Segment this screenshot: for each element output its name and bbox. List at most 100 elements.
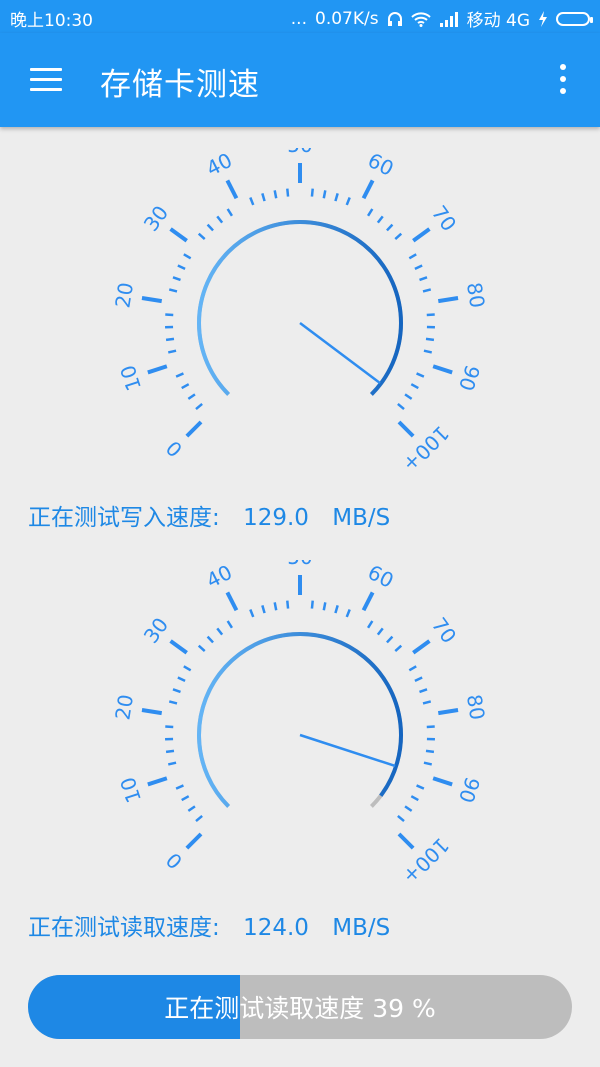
gauge-minor-tick bbox=[404, 805, 413, 812]
gauge-minor-tick bbox=[261, 605, 266, 614]
gauge-minor-tick bbox=[168, 288, 178, 293]
battery-icon bbox=[556, 11, 593, 26]
app-bar: 存储卡测速 bbox=[0, 33, 600, 127]
gauge-tick-label: 30 bbox=[139, 613, 173, 648]
gauge-minor-tick bbox=[345, 197, 351, 206]
gauge-minor-tick bbox=[183, 665, 192, 672]
gauge-major-tick bbox=[169, 227, 188, 243]
gauge-major-tick bbox=[432, 364, 453, 375]
gauge-tick-label: 0 bbox=[161, 436, 187, 462]
gauge-major-tick bbox=[141, 707, 163, 716]
gauge-tick-label: 40 bbox=[202, 560, 236, 593]
gauge-minor-tick bbox=[187, 805, 196, 812]
status-right: ... 0.07K/s 移动 4G bbox=[290, 6, 593, 31]
gauge-minor-tick bbox=[195, 814, 203, 823]
gauge-minor-tick bbox=[426, 313, 435, 317]
gauge-minor-tick bbox=[197, 644, 206, 652]
status-dots: ... bbox=[290, 8, 307, 29]
gauge-minor-tick bbox=[187, 393, 196, 400]
gauge-major-tick bbox=[225, 591, 239, 612]
write-speed-value: 129.0 bbox=[243, 505, 309, 531]
write-speed-label: 正在测试写入速度: bbox=[28, 505, 220, 531]
gauge-minor-tick bbox=[416, 372, 425, 378]
wifi-icon bbox=[410, 11, 431, 27]
gauge-tick-label: 60 bbox=[364, 560, 398, 593]
gauge-major-tick bbox=[361, 179, 375, 200]
gauge-minor-tick bbox=[175, 784, 184, 790]
gauge-minor-tick bbox=[376, 627, 384, 636]
gauge-tick-label: 50 bbox=[287, 148, 312, 157]
gauge-minor-tick bbox=[334, 605, 339, 614]
gauge-tick-label: 90 bbox=[454, 362, 485, 394]
gauge-major-tick bbox=[397, 420, 415, 438]
gauge-minor-tick bbox=[423, 761, 433, 766]
read-speed-label: 正在测试读取速度: bbox=[28, 915, 220, 941]
gauge-minor-tick bbox=[172, 276, 181, 282]
gauge-minor-tick bbox=[165, 313, 174, 317]
gauge-minor-tick bbox=[426, 725, 435, 729]
gauge-tick-label: 0 bbox=[161, 848, 187, 874]
gauge-minor-tick bbox=[345, 609, 351, 618]
gauge-tick-label: 50 bbox=[287, 560, 312, 569]
gauge-minor-tick bbox=[394, 232, 403, 240]
gauge-arc-fill bbox=[197, 632, 403, 808]
gauge-minor-tick bbox=[404, 393, 413, 400]
progress-label: 正在测试读取速度 39 % bbox=[164, 994, 436, 1023]
gauge-major-tick bbox=[169, 639, 188, 655]
gauge-minor-tick bbox=[416, 784, 425, 790]
gauge-minor-tick bbox=[414, 264, 423, 271]
gauge-minor-tick bbox=[197, 232, 206, 240]
gauge-minor-tick bbox=[366, 208, 374, 217]
carrier-label: 移动 4G bbox=[466, 11, 530, 31]
gauge-minor-tick bbox=[423, 349, 433, 354]
gauge-minor-tick bbox=[286, 600, 290, 609]
write-speed-unit: MB/S bbox=[332, 505, 391, 531]
gauge-tick-label: 70 bbox=[427, 201, 461, 236]
gauge-minor-tick bbox=[408, 253, 417, 260]
gauge-minor-tick bbox=[165, 749, 175, 754]
gauge-minor-tick bbox=[322, 190, 327, 199]
gauge-minor-tick bbox=[177, 676, 186, 683]
gauge-minor-tick bbox=[410, 383, 419, 390]
gauge-minor-tick bbox=[181, 383, 190, 390]
gauge-minor-tick bbox=[408, 665, 417, 672]
gauge-major-tick bbox=[185, 832, 203, 850]
gauge-minor-tick bbox=[273, 190, 278, 199]
gauge-major-tick bbox=[225, 179, 239, 200]
gauge-minor-tick bbox=[165, 725, 174, 729]
gauge-tick-label: 30 bbox=[139, 201, 173, 236]
gauge-minor-tick bbox=[249, 197, 255, 206]
gauge-minor-tick bbox=[183, 253, 192, 260]
gauge-minor-tick bbox=[206, 635, 214, 644]
gauge-major-tick bbox=[185, 420, 203, 438]
write-speed-gauge: 0102030405060708090100+ bbox=[110, 148, 489, 477]
gauge-minor-tick bbox=[175, 372, 184, 378]
gauge-minor-tick bbox=[394, 644, 403, 652]
gauge-major-tick bbox=[432, 776, 453, 787]
gauge-minor-tick bbox=[397, 814, 405, 823]
gauge-minor-tick bbox=[425, 337, 435, 342]
page-title: 存储卡测速 bbox=[100, 67, 260, 103]
gauge-minor-tick bbox=[226, 208, 234, 217]
gauge-minor-tick bbox=[322, 602, 327, 611]
gauge-major-tick bbox=[437, 707, 459, 716]
gauge-major-tick bbox=[141, 295, 163, 304]
net-speed: 0.07K/s bbox=[315, 8, 379, 29]
gauge-minor-tick bbox=[216, 215, 224, 224]
read-speed-unit: MB/S bbox=[332, 915, 391, 941]
read-speed-readout: 正在测试读取速度: 124.0 MB/S bbox=[28, 908, 394, 942]
gauge-minor-tick bbox=[177, 264, 186, 271]
more-options-icon[interactable] bbox=[558, 64, 568, 96]
charging-icon bbox=[539, 10, 547, 27]
status-bar: 晚上10:30 ... 0.07K/s 移动 4G bbox=[0, 0, 600, 33]
gauge-minor-tick bbox=[206, 223, 214, 232]
gauge-minor-tick bbox=[167, 761, 177, 766]
menu-icon[interactable] bbox=[30, 68, 62, 92]
read-speed-gauge: 0102030405060708090100+ bbox=[110, 560, 489, 889]
gauge-minor-tick bbox=[425, 749, 435, 754]
gauge-tick-label: 20 bbox=[110, 693, 138, 722]
gauge-arc-fill bbox=[197, 220, 403, 396]
gauge-minor-tick bbox=[261, 193, 266, 202]
gauge-major-tick bbox=[437, 295, 459, 304]
gauge-minor-tick bbox=[419, 688, 428, 694]
